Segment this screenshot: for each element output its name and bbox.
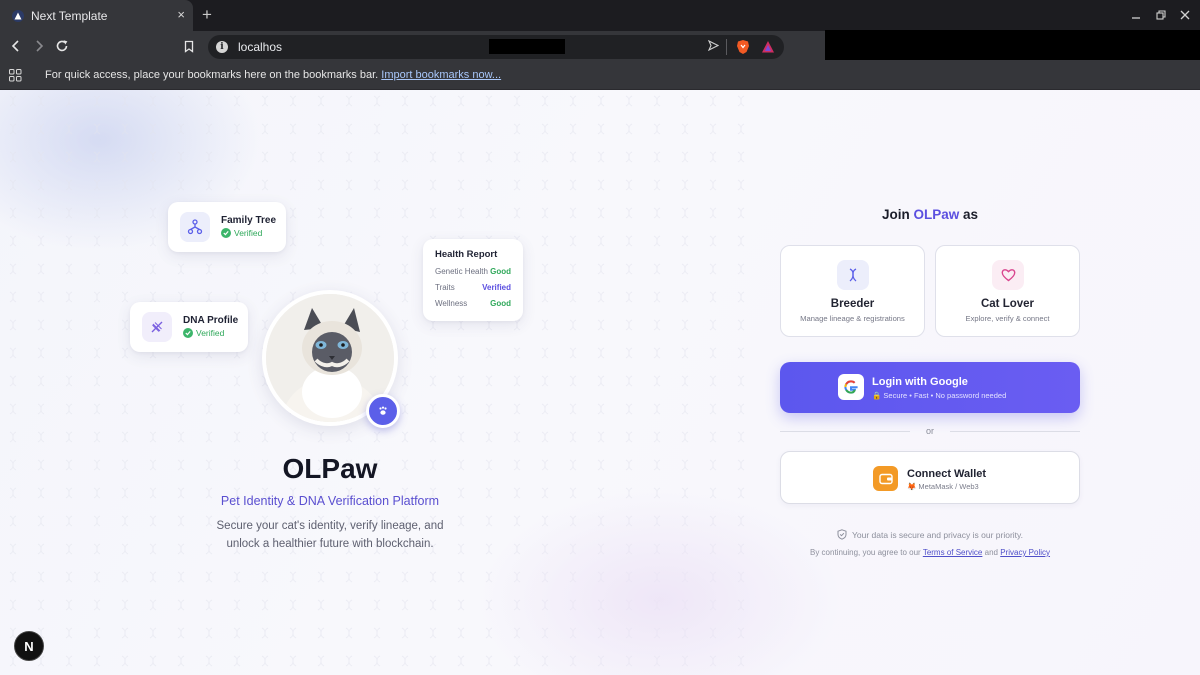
bookmarks-hint: For quick access, place your bookmarks h… [45, 69, 501, 81]
dna-profile-status-text: Verified [196, 328, 225, 338]
redacted-region [489, 39, 565, 54]
health-row: Wellness Good [435, 299, 511, 308]
dna-profile-title: DNA Profile [183, 315, 239, 326]
terms-note: By continuing, you agree to our Terms of… [780, 548, 1080, 557]
site-info-icon[interactable]: i [216, 41, 228, 53]
forward-icon[interactable] [31, 38, 47, 54]
heart-icon [992, 260, 1024, 290]
privacy-note-text: Your data is secure and privacy is our p… [851, 529, 1024, 540]
terms-prefix: By continuing, you agree to our [809, 548, 921, 557]
back-icon[interactable] [8, 38, 24, 54]
page-viewport: Family Tree Verified DNA Profile Verifie… [0, 90, 1200, 675]
role-title: Cat Lover [980, 298, 1035, 310]
close-window-icon[interactable] [1178, 8, 1192, 22]
restore-icon[interactable] [1154, 8, 1168, 22]
privacy-note: Your data is secure and privacy is our p… [780, 529, 1080, 540]
bookmarks-bar: For quick access, place your bookmarks h… [0, 62, 1200, 90]
join-heading: Join OLPaw as [780, 207, 1080, 222]
connect-wallet-subtitle: 🦊 MetaMask / Web3 [907, 482, 979, 491]
new-tab-button[interactable]: + [202, 6, 212, 24]
hero-description-line: unlock a healthier future with blockchai… [226, 538, 434, 550]
join-suffix: as [963, 207, 979, 222]
health-row-value: Good [490, 299, 511, 308]
paw-icon [366, 394, 400, 428]
terms-of-service-link[interactable]: Terms of Service [923, 548, 983, 557]
health-row-label: Wellness [435, 299, 468, 308]
dna-icon [837, 260, 869, 290]
divider-line [950, 431, 1080, 432]
omnibox-divider [726, 39, 727, 55]
tagline: Pet Identity & DNA Verification Platform [220, 494, 440, 508]
import-bookmarks-link[interactable]: Import bookmarks now... [381, 69, 501, 81]
url-text: localhos [238, 40, 283, 54]
family-tree-card: Family Tree Verified [168, 202, 286, 252]
health-report-card: Health Report Genetic Health Good Traits… [423, 239, 523, 321]
tab-strip: Next Template × + [0, 0, 1200, 31]
check-icon [183, 328, 193, 338]
dna-profile-status: Verified [183, 328, 224, 338]
wallet-icon [873, 466, 898, 491]
hero-description-line: Secure your cat's identity, verify linea… [216, 520, 444, 532]
redacted-region [825, 30, 1200, 60]
dna-profile-card: DNA Profile Verified [130, 302, 248, 352]
health-report-title: Health Report [435, 249, 498, 260]
dna-icon [142, 312, 172, 342]
address-bar[interactable]: i localhos [208, 35, 784, 59]
terms-and: and [984, 548, 998, 557]
health-row-value: Verified [482, 283, 511, 292]
join-brand: OLPaw [913, 207, 960, 222]
check-icon [221, 228, 231, 238]
google-icon [838, 374, 864, 400]
family-tree-status: Verified [221, 228, 262, 238]
role-title: Breeder [830, 298, 875, 310]
nextjs-dev-badge[interactable]: N [14, 631, 44, 661]
reload-icon[interactable] [54, 38, 70, 54]
role-description: Manage lineage & registrations [800, 314, 905, 323]
shield-icon [837, 529, 847, 540]
divider-line [780, 431, 910, 432]
privacy-policy-link[interactable]: Privacy Policy [1000, 548, 1050, 557]
tab-active[interactable]: Next Template × [0, 0, 193, 31]
role-card-cat-lover[interactable]: Cat Lover Explore, verify & connect [935, 245, 1080, 337]
minimize-icon[interactable] [1129, 8, 1143, 22]
role-description: Explore, verify & connect [965, 314, 1050, 323]
bookmark-icon[interactable] [181, 38, 197, 54]
tab-title: Next Template [31, 8, 108, 23]
login-with-google-label: Login with Google [872, 376, 968, 388]
share-icon[interactable] [707, 39, 720, 54]
hero-description: Secure your cat's identity, verify linea… [190, 517, 470, 553]
or-divider: or [925, 426, 934, 436]
connect-wallet-label: Connect Wallet [907, 468, 987, 480]
favicon-icon [12, 9, 24, 22]
health-row-label: Genetic Health [435, 267, 488, 276]
family-tree-icon [180, 212, 210, 242]
join-prefix: Join [881, 207, 910, 222]
login-with-google-subtitle: 🔒 Secure • Fast • No password needed [872, 391, 1007, 400]
brave-rewards-icon[interactable] [761, 40, 775, 54]
family-tree-title: Family Tree [221, 215, 277, 226]
health-row-value: Good [490, 267, 511, 276]
health-row: Genetic Health Good [435, 267, 511, 276]
health-row-label: Traits [435, 283, 455, 292]
apps-grid-icon[interactable] [9, 69, 22, 82]
role-card-breeder[interactable]: Breeder Manage lineage & registrations [780, 245, 925, 337]
health-row: Traits Verified [435, 283, 511, 292]
login-with-google-button[interactable]: Login with Google 🔒 Secure • Fast • No p… [780, 362, 1080, 413]
tab-close-icon[interactable]: × [177, 8, 185, 22]
bookmarks-message: For quick access, place your bookmarks h… [45, 69, 379, 81]
connect-wallet-button[interactable]: Connect Wallet 🦊 MetaMask / Web3 [780, 451, 1080, 504]
family-tree-status-text: Verified [234, 228, 263, 238]
brave-shields-icon[interactable] [736, 39, 750, 55]
brand-title: OLPaw [282, 453, 378, 484]
